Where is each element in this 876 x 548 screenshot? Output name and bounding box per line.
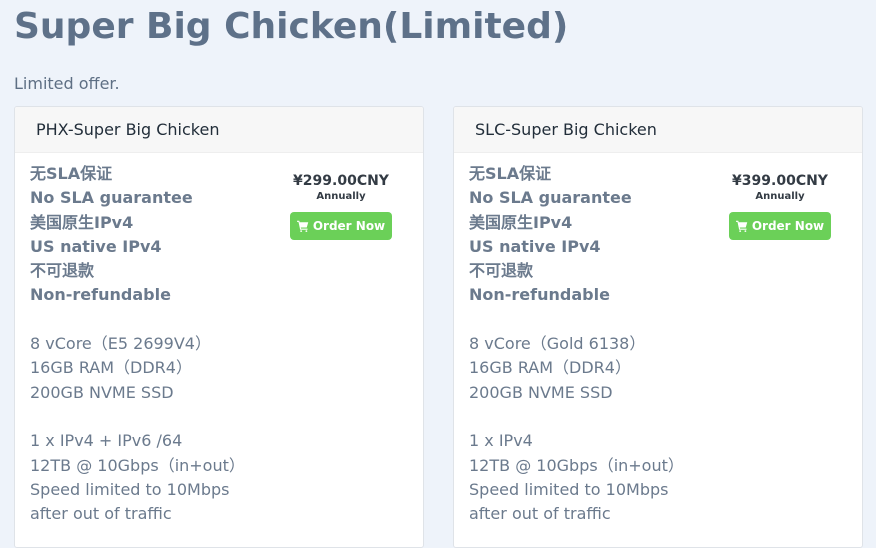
- page-subtitle: Limited offer.: [14, 74, 120, 93]
- spec-line: 16GB RAM（DDR4）: [469, 358, 631, 378]
- feature-line: 无SLA保证: [30, 164, 113, 183]
- feature-line: No SLA guarantee: [30, 188, 193, 208]
- page-title: Super Big Chicken(Limited): [14, 6, 569, 47]
- feature-line: 无SLA保证: [469, 164, 552, 183]
- feature-line: US native IPv4: [469, 236, 601, 256]
- product-card-slc: SLC-Super Big Chicken 无SLA保证 No SLA guar…: [453, 106, 863, 548]
- network-line: after out of traffic: [469, 504, 611, 524]
- network-line: Speed limited to 10Mbps: [30, 479, 230, 499]
- feature-line: No SLA guarantee: [469, 188, 632, 208]
- order-now-label: Order Now: [751, 219, 825, 233]
- network-line: 12TB @ 10Gbps（in+out）: [469, 455, 684, 475]
- order-now-button[interactable]: Order Now: [290, 212, 392, 240]
- feature-line: 不可退款: [30, 261, 95, 281]
- network-line: 12TB @ 10Gbps（in+out）: [30, 455, 245, 475]
- network-line: after out of traffic: [30, 504, 172, 524]
- feature-line: 美国原生IPv4: [30, 212, 134, 232]
- product-name: PHX-Super Big Chicken: [15, 107, 423, 153]
- spec-line: 200GB NVME SSD: [469, 382, 613, 402]
- feature-line: 美国原生IPv4: [469, 212, 573, 232]
- spec-line: 16GB RAM（DDR4）: [30, 358, 192, 378]
- billing-cycle: Annually: [316, 191, 366, 202]
- network-line: Speed limited to 10Mbps: [469, 479, 669, 499]
- shopping-cart-icon: [296, 220, 309, 232]
- feature-line: Non-refundable: [30, 285, 171, 305]
- order-now-button[interactable]: Order Now: [729, 212, 831, 240]
- product-features: 无SLA保证 No SLA guarantee 美国原生IPv4 US nati…: [469, 162, 684, 526]
- feature-line: US native IPv4: [30, 236, 162, 256]
- price: ¥299.00CNY: [293, 173, 389, 189]
- order-now-label: Order Now: [312, 219, 386, 233]
- network-line: 1 x IPv4: [469, 431, 533, 451]
- billing-cycle: Annually: [755, 191, 805, 202]
- price: ¥399.00CNY: [732, 173, 828, 189]
- product-card-phx: PHX-Super Big Chicken 无SLA保证 No SLA guar…: [14, 106, 424, 548]
- product-features: 无SLA保证 No SLA guarantee 美国原生IPv4 US nati…: [30, 162, 245, 526]
- spec-line: 8 vCore（E5 2699V4）: [30, 334, 211, 354]
- price-box: ¥299.00CNY Annually Order Now: [289, 173, 393, 240]
- price-box: ¥399.00CNY Annually Order Now: [728, 173, 832, 240]
- spec-line: 200GB NVME SSD: [30, 382, 174, 402]
- feature-line: Non-refundable: [469, 285, 610, 305]
- feature-line: 不可退款: [469, 261, 534, 281]
- spec-line: 8 vCore（Gold 6138）: [469, 334, 646, 354]
- shopping-cart-icon: [735, 220, 748, 232]
- network-line: 1 x IPv4 + IPv6 /64: [30, 431, 183, 451]
- product-name: SLC-Super Big Chicken: [454, 107, 862, 153]
